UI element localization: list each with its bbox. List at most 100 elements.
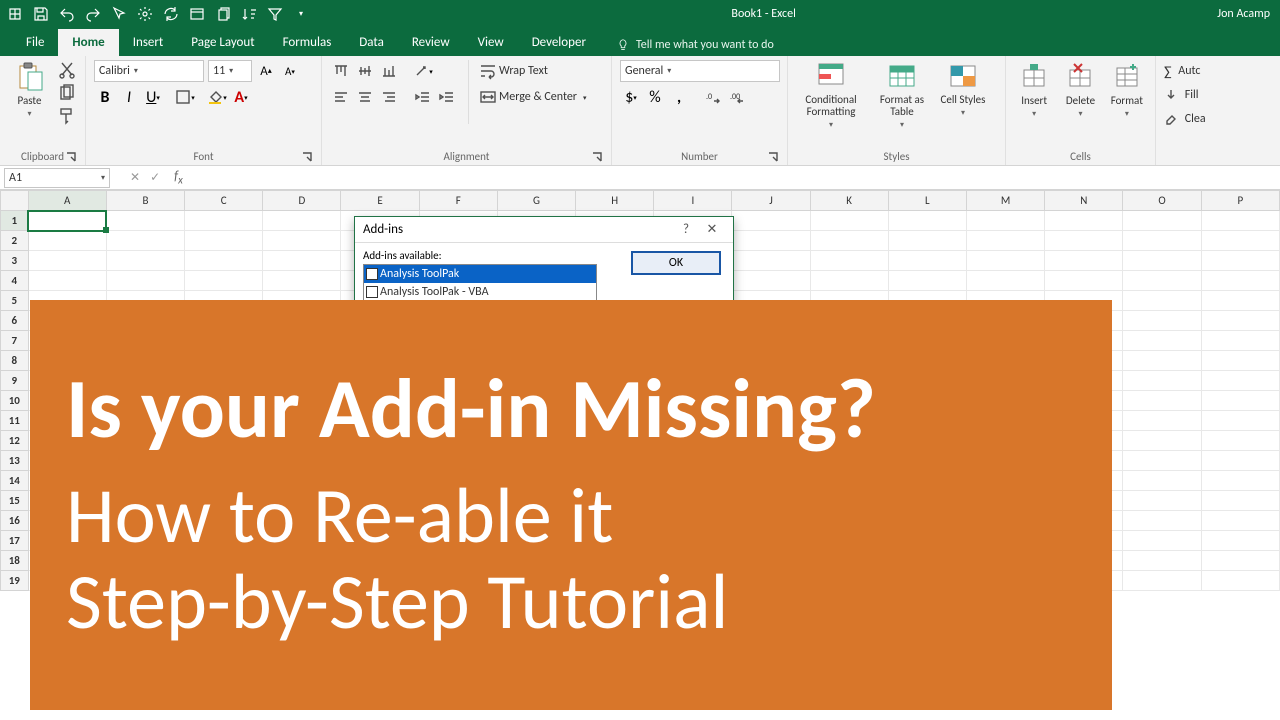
column-header[interactable]: B [106,191,184,211]
cell[interactable] [1123,391,1201,411]
cell[interactable] [1201,411,1279,431]
tab-developer[interactable]: Developer [518,29,600,56]
cell[interactable] [263,231,341,251]
cell[interactable] [1201,451,1279,471]
copy-icon[interactable] [57,83,77,103]
accounting-format-icon[interactable]: $▾ [620,86,642,108]
row-header[interactable]: 10 [1,391,29,411]
align-left-icon[interactable] [330,86,352,108]
cell[interactable] [106,251,184,271]
cell[interactable] [185,211,263,231]
decrease-font-icon[interactable]: A▾ [280,60,300,82]
conditional-formatting-button[interactable]: Conditional Formatting▾ [796,60,866,130]
insert-cells-button[interactable]: Insert▾ [1014,60,1054,119]
tab-insert[interactable]: Insert [119,29,178,56]
tab-file[interactable]: File [12,29,58,56]
cell[interactable] [1045,211,1123,231]
cell[interactable] [1201,211,1279,231]
refresh-icon[interactable] [162,5,180,23]
cell[interactable] [1201,531,1279,551]
ok-button[interactable]: OK [631,251,721,275]
dialog-help-icon[interactable]: ? [673,222,699,237]
cell[interactable] [1123,471,1201,491]
column-header[interactable]: K [810,191,888,211]
font-color-icon[interactable]: A▾ [230,86,252,108]
tell-me-search[interactable]: Tell me what you want to do [610,34,780,56]
cell[interactable] [1201,311,1279,331]
italic-button[interactable]: I [118,86,140,108]
bold-button[interactable]: B [94,86,116,108]
cell[interactable] [1123,291,1201,311]
delete-cells-button[interactable]: Delete▾ [1060,60,1100,119]
clear-button[interactable]: Clea [1164,108,1206,130]
cell[interactable] [1123,211,1201,231]
cancel-formula-icon[interactable]: ✕ [130,170,140,185]
cell[interactable] [966,231,1044,251]
cell[interactable] [1201,511,1279,531]
cell[interactable] [732,211,810,231]
formula-input[interactable] [189,168,1280,188]
dialog-launcher-icon[interactable] [767,151,779,163]
cell[interactable] [888,211,966,231]
number-format-combo[interactable]: General▾ [620,60,780,82]
cell[interactable] [28,231,106,251]
cell[interactable] [1123,251,1201,271]
select-all-corner[interactable] [1,191,29,211]
row-header[interactable]: 3 [1,251,29,271]
cell[interactable] [732,231,810,251]
dialog-close-icon[interactable]: ✕ [699,222,725,237]
cell[interactable] [1201,251,1279,271]
percent-format-icon[interactable]: % [644,86,666,108]
increase-indent-icon[interactable] [436,86,458,108]
row-header[interactable]: 19 [1,571,29,591]
cell[interactable] [888,251,966,271]
tab-home[interactable]: Home [58,29,118,56]
row-header[interactable]: 9 [1,371,29,391]
fill-button[interactable]: Fill [1164,84,1199,106]
cell[interactable] [263,271,341,291]
cursor-icon[interactable] [110,5,128,23]
redo-icon[interactable] [84,5,102,23]
row-header[interactable]: 11 [1,411,29,431]
font-name-combo[interactable]: Calibri▾ [94,60,204,82]
cell[interactable] [810,231,888,251]
cell[interactable] [1201,291,1279,311]
cell[interactable] [185,251,263,271]
cell[interactable] [1201,471,1279,491]
undo-icon[interactable] [58,5,76,23]
dialog-launcher-icon[interactable] [65,151,77,163]
row-header[interactable]: 16 [1,511,29,531]
column-header[interactable]: I [654,191,732,211]
cell[interactable] [185,271,263,291]
cell[interactable] [1123,551,1201,571]
cell[interactable] [1123,451,1201,471]
cell[interactable] [888,231,966,251]
cut-icon[interactable] [57,60,77,80]
column-header[interactable]: E [341,191,419,211]
tab-view[interactable]: View [464,29,518,56]
row-header[interactable]: 15 [1,491,29,511]
cell[interactable] [28,211,106,231]
column-header[interactable]: D [263,191,341,211]
tab-review[interactable]: Review [398,29,464,56]
cell[interactable] [732,251,810,271]
checkbox-icon[interactable] [366,268,378,280]
qat-more-icon[interactable]: ▾ [292,5,310,23]
row-header[interactable]: 1 [1,211,29,231]
cell[interactable] [1123,411,1201,431]
format-table-button[interactable]: Format as Table▾ [872,60,932,130]
column-header[interactable]: O [1123,191,1201,211]
column-header[interactable]: A [28,191,106,211]
list-item[interactable]: Analysis ToolPak [364,265,596,283]
cell[interactable] [1123,491,1201,511]
column-header[interactable]: G [497,191,575,211]
column-header[interactable]: C [185,191,263,211]
border-icon[interactable]: ▾ [174,86,196,108]
format-cells-button[interactable]: Format▾ [1107,60,1147,119]
paste-button[interactable]: Paste ▾ [8,60,51,119]
autosum-button[interactable]: ∑ Autc [1164,60,1201,82]
cell[interactable] [1201,551,1279,571]
row-header[interactable]: 14 [1,471,29,491]
align-middle-icon[interactable] [354,60,376,82]
cell[interactable] [810,271,888,291]
